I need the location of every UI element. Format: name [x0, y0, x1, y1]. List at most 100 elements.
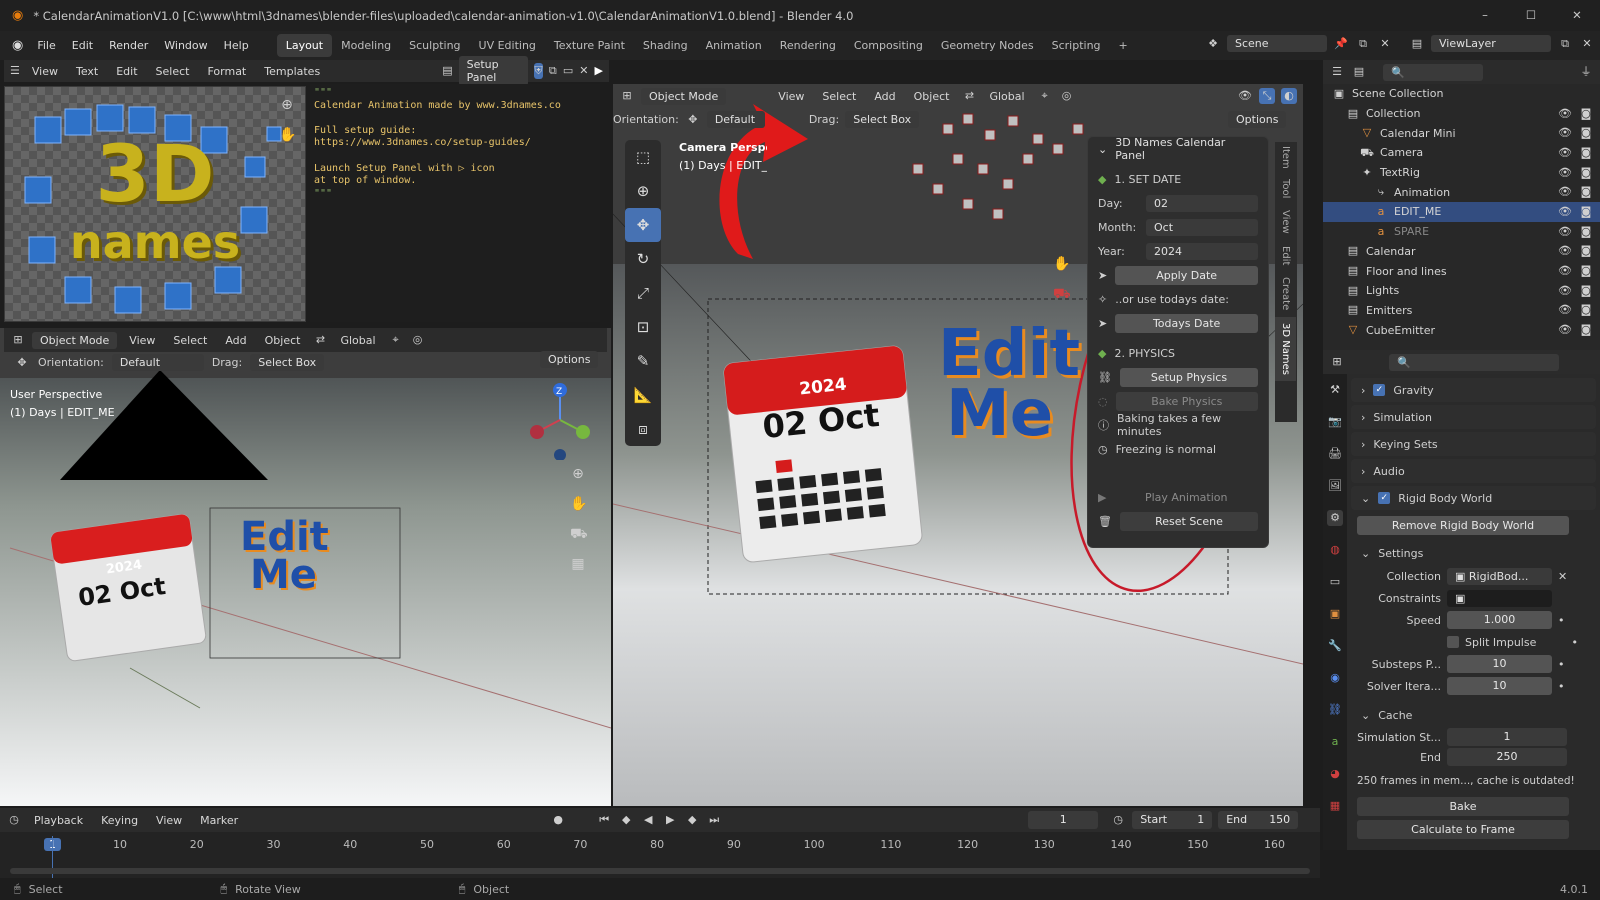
left-camera-view-icon[interactable]: ⛟ [570, 526, 588, 542]
remove-rbw-button[interactable]: Remove Rigid Body World [1357, 516, 1569, 535]
main-camera-icon[interactable]: ⛟ [1053, 286, 1071, 302]
left-pan-icon[interactable]: ✋ [570, 496, 587, 512]
outliner-row-cubeemitter[interactable]: ▽ CubeEmitter 👁 ◙ [1323, 320, 1600, 340]
left-menu-object[interactable]: Object [259, 332, 307, 349]
render-camera-icon[interactable]: ◙ [1578, 125, 1594, 141]
add-cube-tool-icon[interactable]: ⧈ [625, 412, 661, 446]
audio-section[interactable]: › Audio [1351, 459, 1596, 483]
visibility-eye-icon[interactable]: 👁 [1557, 145, 1573, 161]
move-tool-icon[interactable]: ✥ [625, 208, 661, 242]
left-transform-selector[interactable]: Global [334, 332, 381, 349]
clock-icon[interactable]: ◷ [1110, 812, 1126, 828]
text-menu-format[interactable]: Format [201, 63, 252, 80]
timeline-menu-view[interactable]: View [150, 812, 188, 829]
todays-date-button[interactable]: Todays Date [1115, 313, 1258, 333]
new-text-icon[interactable]: ⧉ [549, 63, 557, 79]
editor-type-icon[interactable]: ⊞ [10, 332, 26, 348]
play-reverse-icon[interactable]: ◀ [640, 812, 656, 828]
remove-viewlayer-icon[interactable]: ✕ [1579, 36, 1595, 52]
tab-scripting[interactable]: Scripting [1043, 34, 1110, 57]
render-camera-icon[interactable]: ◙ [1578, 224, 1594, 240]
menu-window[interactable]: Window [156, 35, 215, 56]
visibility-eye-icon[interactable]: 👁 [1557, 184, 1573, 200]
sim-start-field[interactable]: 1 [1447, 728, 1567, 746]
outliner-row-scene-collection[interactable]: ▣ Scene Collection [1323, 84, 1600, 104]
properties-search-icon[interactable]: 🔍 [1389, 353, 1559, 371]
proportional-edit-icon[interactable]: ◎ [1059, 88, 1075, 104]
panel-header[interactable]: ⌄ 3D Names Calendar Panel [1088, 136, 1268, 162]
left-menu-add[interactable]: Add [219, 332, 252, 349]
end-frame-field[interactable]: End 150 [1218, 811, 1299, 829]
text-menu-select[interactable]: Select [150, 63, 196, 80]
render-camera-icon[interactable]: ◙ [1578, 263, 1594, 279]
visibility-eye-icon[interactable]: 👁 [1557, 106, 1573, 122]
render-camera-icon[interactable]: ◙ [1578, 106, 1594, 122]
substeps-field[interactable]: 10 [1447, 655, 1552, 673]
visibility-eye-icon[interactable]: 👁 [1557, 302, 1573, 318]
calculate-to-frame-button[interactable]: Calculate to Frame [1357, 820, 1569, 839]
split-impulse-checkbox[interactable] [1447, 636, 1459, 648]
editor-type-icon[interactable]: ☰ [1329, 64, 1345, 80]
apply-date-button[interactable]: Apply Date [1115, 265, 1258, 285]
day-dropdown[interactable]: 02 [1146, 194, 1258, 212]
proportional-edit-icon[interactable]: ◎ [410, 332, 426, 348]
sidebar-tab-view[interactable]: View [1275, 204, 1296, 240]
current-frame-field[interactable]: 1 [1028, 811, 1099, 829]
gizmo-toggle-icon[interactable]: ⤡ [1259, 88, 1275, 104]
blender-menu-icon[interactable]: ◉ [12, 38, 23, 53]
prev-keyframe-icon[interactable]: ◆ [618, 812, 634, 828]
left-orientation-selector[interactable]: Default [111, 354, 204, 371]
tab-uv-editing[interactable]: UV Editing [470, 34, 545, 57]
outliner-search-icon[interactable]: 🔍 [1383, 63, 1483, 81]
main-menu-view[interactable]: View [772, 88, 810, 105]
render-camera-icon[interactable]: ◙ [1578, 184, 1594, 200]
main-menu-add[interactable]: Add [868, 88, 901, 105]
world-tab-icon[interactable]: ◍ [1327, 542, 1343, 558]
snap-icon[interactable]: ⌖ [1037, 88, 1053, 104]
render-camera-icon[interactable]: ◙ [1578, 302, 1594, 318]
year-dropdown[interactable]: 2024 [1146, 242, 1258, 260]
display-mode-icon[interactable]: ▤ [1351, 64, 1367, 80]
start-frame-field[interactable]: Start 1 [1132, 811, 1213, 829]
new-scene-icon[interactable]: ⧉ [1355, 36, 1371, 52]
rotate-tool-icon[interactable]: ↻ [625, 242, 661, 276]
cursor-tool-icon[interactable]: ⊕ [625, 174, 661, 208]
text-menu-edit[interactable]: Edit [110, 63, 143, 80]
menu-help[interactable]: Help [216, 35, 257, 56]
settings-subsection[interactable]: ⌄ Settings [1351, 541, 1596, 565]
select-box-tool-icon[interactable]: ⬚ [625, 140, 661, 174]
menu-edit[interactable]: Edit [64, 35, 101, 56]
play-icon[interactable]: ▶ [662, 812, 678, 828]
cache-subsection[interactable]: ⌄ Cache [1351, 703, 1596, 727]
menu-render[interactable]: Render [101, 35, 156, 56]
outliner-row-floor-and-lines[interactable]: ▤ Floor and lines 👁 ◙ [1323, 261, 1600, 281]
zoom-icon[interactable]: ⊕ [279, 97, 295, 113]
visibility-eye-icon[interactable]: 👁 [1557, 224, 1573, 240]
visibility-eye-icon[interactable]: 👁 [1557, 283, 1573, 299]
constraint-tab-icon[interactable]: ⛓ [1327, 702, 1343, 718]
timeline-menu-marker[interactable]: Marker [194, 812, 244, 829]
maximize-button[interactable]: ☐ [1508, 0, 1554, 31]
minimize-button[interactable]: – [1462, 0, 1508, 31]
outliner-row-spare[interactable]: a SPARE 👁 ◙ [1323, 222, 1600, 242]
visibility-eye-icon[interactable]: 👁 [1557, 204, 1573, 220]
timeline-menu-keying[interactable]: Keying [95, 812, 144, 829]
text-menu-text[interactable]: Text [70, 63, 104, 80]
keyframe-dot-icon[interactable]: • [1558, 658, 1565, 671]
close-button[interactable]: ✕ [1554, 0, 1600, 31]
pan-hand-icon[interactable]: ✋ [279, 127, 296, 143]
text-menu-view[interactable]: View [26, 63, 64, 80]
measure-tool-icon[interactable]: 📐 [625, 378, 661, 412]
outliner-row-calendar[interactable]: ▤ Calendar 👁 ◙ [1323, 242, 1600, 262]
data-tab-icon[interactable]: a [1327, 734, 1343, 750]
left-options-button[interactable]: Options [540, 351, 599, 368]
render-camera-icon[interactable]: ◙ [1578, 165, 1594, 181]
text-menu-templates[interactable]: Templates [258, 63, 326, 80]
simulation-section[interactable]: › Simulation [1351, 405, 1596, 429]
outliner-row-collection[interactable]: ▤ Collection 👁 ◙ [1323, 104, 1600, 124]
text-editor-content[interactable]: """ Calendar Animation made by www.3dnam… [310, 84, 600, 322]
viewlayer-selector[interactable]: ViewLayer [1431, 35, 1551, 52]
timeline-scrollbar[interactable] [10, 868, 1310, 874]
render-camera-icon[interactable]: ◙ [1578, 145, 1594, 161]
annotate-tool-icon[interactable]: ✎ [625, 344, 661, 378]
